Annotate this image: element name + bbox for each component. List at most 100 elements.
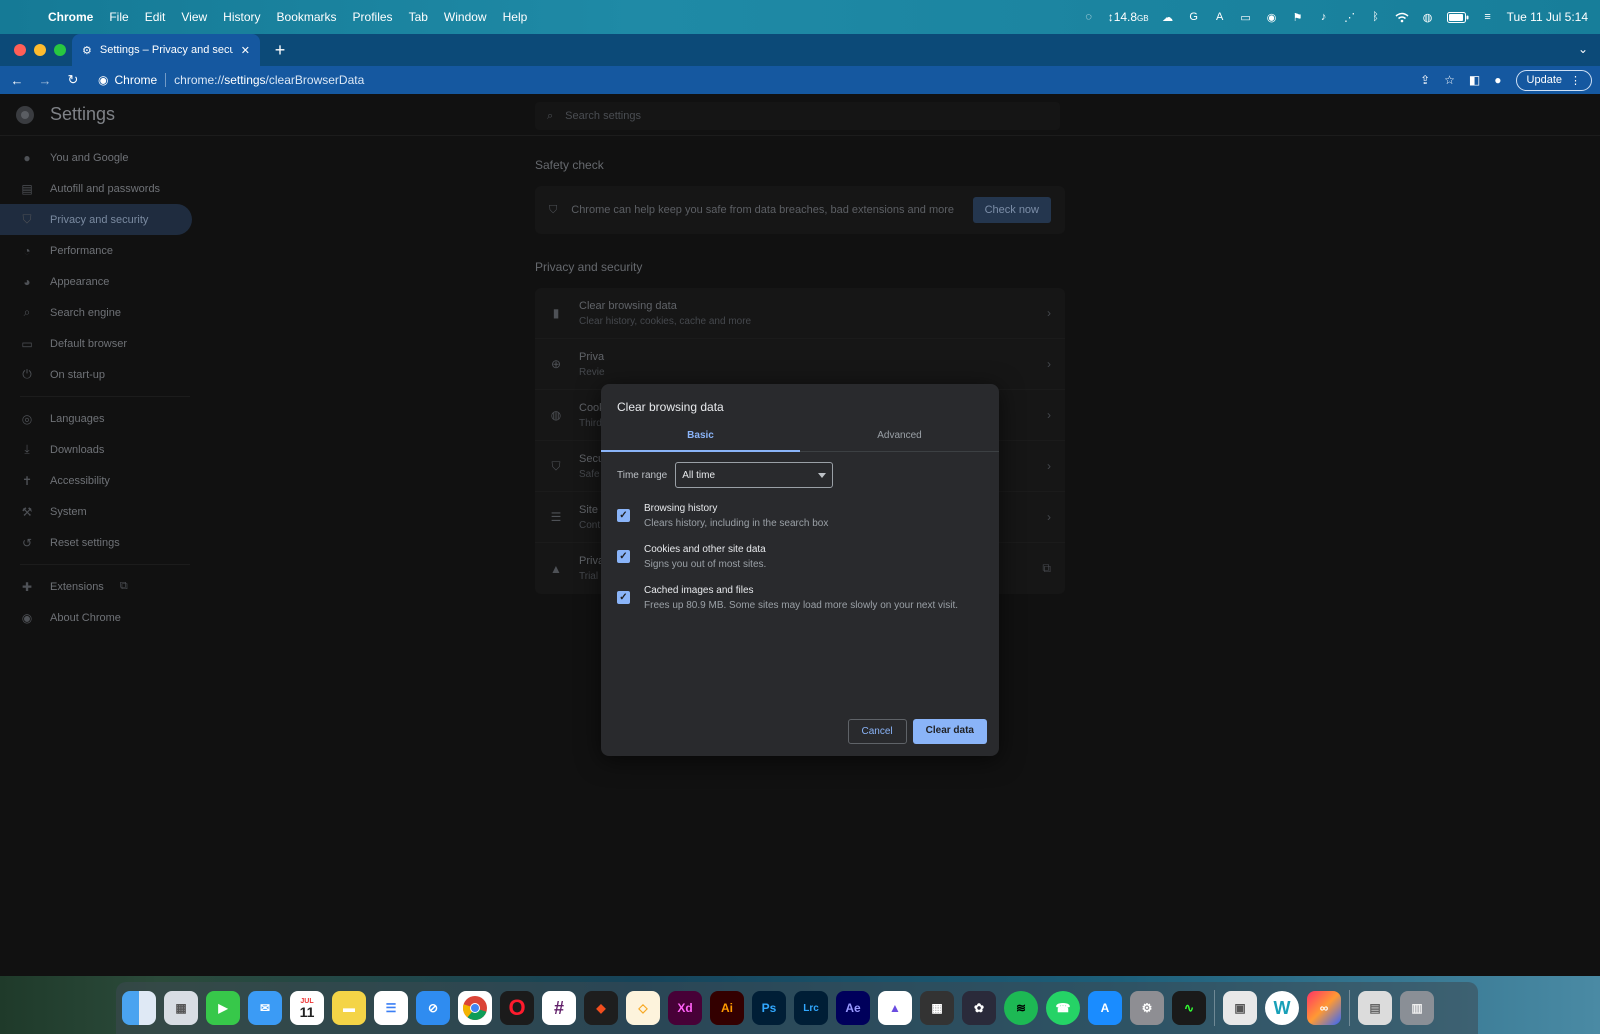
cancel-button[interactable]: Cancel	[847, 719, 907, 744]
minimize-window-button[interactable]	[34, 44, 46, 56]
flag-icon[interactable]: ⚑	[1291, 11, 1305, 24]
tab-advanced[interactable]: Advanced	[800, 428, 999, 451]
clock[interactable]: Tue 11 Jul 5:14	[1507, 10, 1588, 24]
grammarly-icon[interactable]: G	[1187, 11, 1201, 23]
downloads-stack-icon[interactable]: ▤	[1358, 991, 1392, 1025]
facetime-icon[interactable]: ▶	[206, 991, 240, 1025]
clear-data-button[interactable]: Clear data	[912, 719, 987, 744]
slack-icon[interactable]: #	[542, 991, 576, 1025]
bluetooth-icon[interactable]: ᛒ	[1369, 11, 1383, 23]
preview-icon[interactable]: ▣	[1223, 991, 1257, 1025]
app-store-icon[interactable]: A	[1088, 991, 1122, 1025]
sidebar-item-extensions[interactable]: ✚ Extensions ⧉	[0, 571, 200, 602]
sidebar-item-on-startup[interactable]: ⏻ On start-up	[0, 359, 200, 390]
update-button[interactable]: Update ⋮	[1515, 69, 1592, 91]
search-settings-input[interactable]: ⌕ Search settings	[535, 102, 1060, 130]
reminders-icon[interactable]: ☰	[374, 991, 408, 1025]
sidebar-item-privacy[interactable]: ⛉ Privacy and security	[0, 204, 192, 235]
sidebar-item-accessibility[interactable]: ✝ Accessibility	[0, 465, 200, 496]
menu-file[interactable]: File	[101, 10, 136, 24]
menu-history[interactable]: History	[215, 10, 268, 24]
system-settings-icon[interactable]: ⚙	[1130, 991, 1164, 1025]
lightroom-classic-icon[interactable]: Lrc	[794, 991, 828, 1025]
privacy-row-privacy-guide[interactable]: ⊕ Priva Revie ›	[535, 339, 1065, 390]
activity-icon[interactable]: ⋰	[1343, 11, 1357, 24]
side-panel-icon[interactable]: ◧	[1469, 73, 1480, 87]
sketch-icon[interactable]: ◇	[626, 991, 660, 1025]
cloud-icon[interactable]: ☁	[1161, 11, 1175, 24]
calendar-icon[interactable]: JUL 11	[290, 991, 324, 1025]
activity-monitor-icon[interactable]: ∿	[1172, 991, 1206, 1025]
figma-icon[interactable]: ◆	[584, 991, 618, 1025]
safari-icon[interactable]: ⊘	[416, 991, 450, 1025]
webflow-icon[interactable]: W	[1265, 991, 1299, 1025]
notes-icon[interactable]: ▬	[332, 991, 366, 1025]
sidebar-item-downloads[interactable]: ⤓ Downloads	[0, 434, 200, 465]
sidebar-item-reset[interactable]: ↺ Reset settings	[0, 527, 200, 558]
menu-bookmarks[interactable]: Bookmarks	[269, 10, 345, 24]
finder-icon[interactable]	[122, 991, 156, 1025]
browsing-history-checkbox[interactable]: ✓	[617, 509, 630, 522]
close-tab-icon[interactable]: ✕	[241, 44, 250, 57]
menu-edit[interactable]: Edit	[137, 10, 174, 24]
final-cut-icon[interactable]: ▦	[920, 991, 954, 1025]
menu-view[interactable]: View	[173, 10, 215, 24]
privacy-row-clear-browsing-data[interactable]: ▮ Clear browsing data Clear history, cook…	[535, 288, 1065, 339]
cached-images-checkbox[interactable]: ✓	[617, 591, 630, 604]
reload-button[interactable]: ↻	[64, 72, 82, 88]
launchpad-icon[interactable]: ▦	[164, 991, 198, 1025]
url-text[interactable]: chrome://settings/clearBrowserData	[174, 73, 364, 87]
sidebar-item-you-and-google[interactable]: ● You and Google	[0, 142, 200, 173]
bookmark-star-icon[interactable]: ☆	[1444, 73, 1455, 87]
sidebar-item-autofill[interactable]: ▤ Autofill and passwords	[0, 173, 200, 204]
menu-tab[interactable]: Tab	[401, 10, 436, 24]
user-icon[interactable]: ◍	[1421, 11, 1435, 24]
new-tab-button[interactable]: +	[266, 40, 294, 61]
sidebar-item-about-chrome[interactable]: ◉ About Chrome	[0, 602, 200, 633]
storage-indicator[interactable]: ↕14.8GB	[1108, 10, 1149, 24]
sync-icon[interactable]: ◌	[1082, 11, 1096, 23]
battery-icon[interactable]	[1446, 11, 1469, 23]
affinity-icon[interactable]: ▲	[878, 991, 912, 1025]
illustrator-icon[interactable]: Ai	[710, 991, 744, 1025]
sidebar-item-appearance[interactable]: ◕ Appearance	[0, 266, 200, 297]
sidebar-item-system[interactable]: ⚒ System	[0, 496, 200, 527]
address-bar[interactable]: ◉ Chrome chrome://settings/clearBrowserD…	[92, 68, 1410, 92]
tab-settings[interactable]: ⚙ Settings – Privacy and security ✕	[72, 34, 260, 66]
cookies-checkbox[interactable]: ✓	[617, 550, 630, 563]
wifi-icon[interactable]	[1395, 11, 1409, 23]
menu-profiles[interactable]: Profiles	[345, 10, 401, 24]
display-icon[interactable]: ▭	[1239, 11, 1253, 24]
zoom-window-button[interactable]	[54, 44, 66, 56]
volume-icon[interactable]: ♪	[1317, 11, 1331, 23]
xd-icon[interactable]: Xd	[668, 991, 702, 1025]
sidebar-item-performance[interactable]: ◔ Performance	[0, 235, 200, 266]
share-icon[interactable]: ⇪	[1420, 73, 1430, 87]
site-chip[interactable]: ◉ Chrome	[98, 73, 167, 87]
chrome-icon[interactable]	[458, 991, 492, 1025]
spotify-icon[interactable]: ≋	[1004, 991, 1038, 1025]
close-window-button[interactable]	[14, 44, 26, 56]
sidebar-item-languages[interactable]: ◎ Languages	[0, 403, 200, 434]
check-now-button[interactable]: Check now	[972, 197, 1051, 223]
tab-basic[interactable]: Basic	[601, 428, 800, 452]
profile-icon[interactable]: ●	[1494, 73, 1501, 87]
mail-icon[interactable]: ✉	[248, 991, 282, 1025]
control-center-icon[interactable]: ≡	[1481, 11, 1495, 23]
sidebar-item-default-browser[interactable]: ▭ Default browser	[0, 328, 200, 359]
back-button[interactable]: ←	[8, 73, 26, 88]
menu-chrome[interactable]: Chrome	[40, 10, 101, 24]
sidebar-item-search-engine[interactable]: ⌕ Search engine	[0, 297, 200, 328]
creative-cloud-icon[interactable]: ∞	[1307, 991, 1341, 1025]
photoshop-icon[interactable]: Ps	[752, 991, 786, 1025]
time-range-select[interactable]: All time	[675, 462, 834, 488]
whatsapp-icon[interactable]: ☎	[1046, 991, 1080, 1025]
text-icon[interactable]: A	[1213, 11, 1227, 23]
after-effects-icon[interactable]: Ae	[836, 991, 870, 1025]
password-icon[interactable]: ◉	[1265, 11, 1279, 24]
opera-icon[interactable]: O	[500, 991, 534, 1025]
menu-help[interactable]: Help	[495, 10, 536, 24]
trash-icon[interactable]: ▥	[1400, 991, 1434, 1025]
davinci-resolve-icon[interactable]: ✿	[962, 991, 996, 1025]
menu-window[interactable]: Window	[436, 10, 495, 24]
